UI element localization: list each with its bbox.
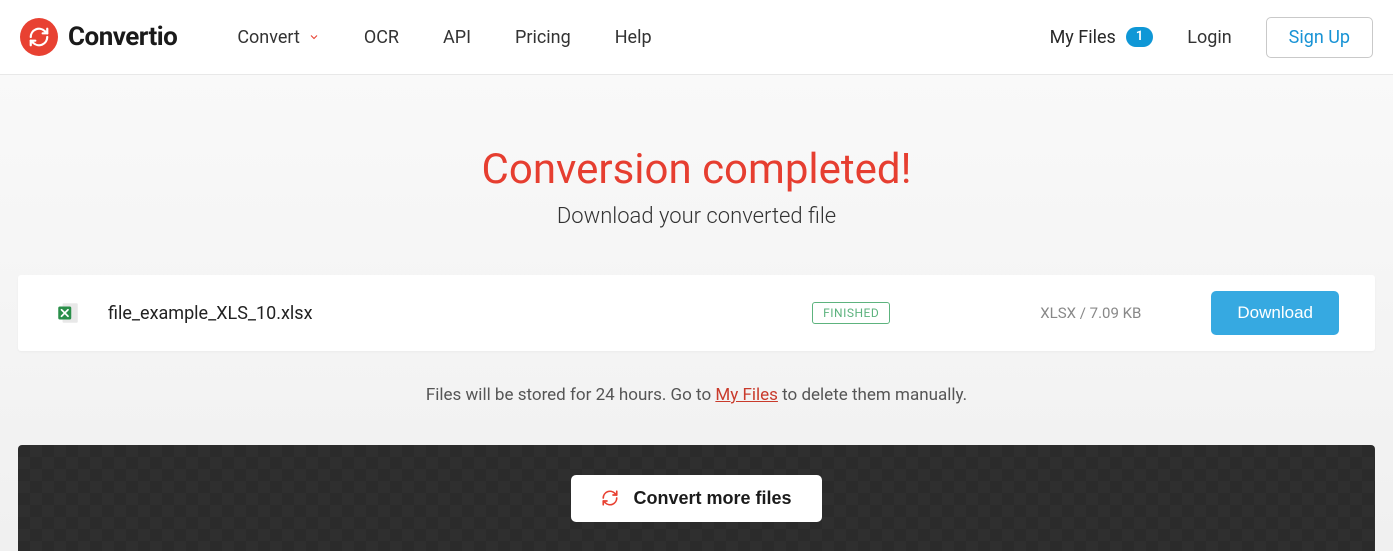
logo[interactable]: Convertio bbox=[20, 18, 177, 56]
note-prefix: Files will be stored for 24 hours. Go to bbox=[426, 385, 716, 405]
logo-icon bbox=[20, 18, 58, 56]
my-files-count-badge: 1 bbox=[1126, 27, 1153, 47]
file-row: file_example_XLS_10.xlsx FINISHED XLSX /… bbox=[18, 275, 1375, 351]
nav-api[interactable]: API bbox=[443, 27, 471, 48]
chevron-down-icon bbox=[308, 31, 320, 43]
hero-subtitle: Download your converted file bbox=[0, 204, 1393, 229]
download-label: Download bbox=[1237, 303, 1313, 322]
download-button[interactable]: Download bbox=[1211, 291, 1339, 335]
nav-api-label: API bbox=[443, 27, 471, 48]
nav-pricing-label: Pricing bbox=[515, 27, 571, 48]
refresh-icon bbox=[601, 489, 619, 507]
convert-more-label: Convert more files bbox=[633, 488, 791, 509]
signup-label: Sign Up bbox=[1289, 27, 1350, 48]
nav-convert-label: Convert bbox=[237, 27, 300, 48]
topbar: Convertio Convert OCR API Pricing Help M… bbox=[0, 0, 1393, 75]
file-name: file_example_XLS_10.xlsx bbox=[108, 303, 812, 324]
storage-note: Files will be stored for 24 hours. Go to… bbox=[0, 351, 1393, 445]
login-label: Login bbox=[1187, 27, 1231, 48]
footer-bar: Convert more files bbox=[18, 445, 1375, 551]
convert-more-button[interactable]: Convert more files bbox=[571, 475, 821, 522]
nav-login[interactable]: Login bbox=[1187, 27, 1231, 48]
stage: Conversion completed! Download your conv… bbox=[0, 75, 1393, 551]
hero-title: Conversion completed! bbox=[0, 145, 1393, 194]
my-files-label: My Files bbox=[1050, 27, 1116, 48]
my-files-link[interactable]: My Files bbox=[715, 385, 778, 405]
nav-help-label: Help bbox=[615, 27, 652, 48]
signup-button[interactable]: Sign Up bbox=[1266, 17, 1373, 58]
logo-text: Convertio bbox=[68, 22, 177, 52]
status-badge: FINISHED bbox=[812, 302, 890, 324]
nav-ocr[interactable]: OCR bbox=[364, 27, 399, 48]
xlsx-file-icon bbox=[54, 299, 82, 327]
nav-ocr-label: OCR bbox=[364, 27, 399, 48]
nav-convert[interactable]: Convert bbox=[237, 27, 320, 48]
hero: Conversion completed! Download your conv… bbox=[0, 75, 1393, 275]
main-nav: Convert OCR API Pricing Help bbox=[237, 27, 651, 48]
file-meta: XLSX / 7.09 KB bbox=[1040, 304, 1141, 322]
note-suffix: to delete them manually. bbox=[778, 385, 967, 405]
nav-my-files[interactable]: My Files 1 bbox=[1050, 27, 1154, 48]
right-nav: My Files 1 Login Sign Up bbox=[1050, 17, 1373, 58]
nav-help[interactable]: Help bbox=[615, 27, 652, 48]
nav-pricing[interactable]: Pricing bbox=[515, 27, 571, 48]
